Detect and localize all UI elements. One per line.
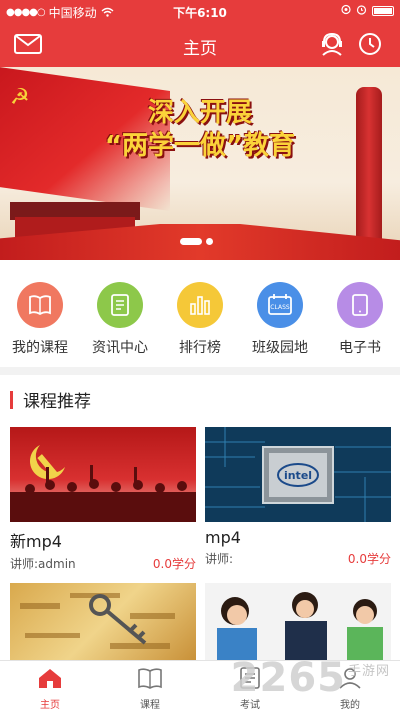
banner-line-1: 深入开展 xyxy=(147,98,252,128)
home-icon xyxy=(39,669,61,688)
svg-text:intel: intel xyxy=(284,469,312,482)
watermark-logo: 2265 手游网 xyxy=(231,655,390,701)
quicknav-label: 班级园地 xyxy=(252,340,308,356)
section-header: 课程推荐 xyxy=(10,387,91,412)
section-title: 课程推荐 xyxy=(23,392,91,412)
svg-text:CLASS: CLASS xyxy=(270,304,290,311)
course-card[interactable]: 新mp4 讲师:admin 0.0学分 xyxy=(10,427,196,572)
quicknav-label: 资讯中心 xyxy=(92,340,148,356)
calendar-icon: CLASS xyxy=(257,282,303,328)
course-card[interactable] xyxy=(10,583,196,665)
alarm-icon xyxy=(356,4,367,18)
course-name: mp4 xyxy=(205,528,241,547)
status-time: 下午6:10 xyxy=(173,6,227,20)
carousel-pager[interactable] xyxy=(180,238,213,245)
book-icon xyxy=(17,282,63,328)
document-icon xyxy=(97,282,143,328)
course-thumbnail: intel xyxy=(205,427,391,522)
status-bar: ●●●●○ 中国移动 下午6:10 xyxy=(0,0,400,22)
tab-home[interactable]: 主页 xyxy=(10,666,90,711)
quicknav-my-courses[interactable]: 我的课程 xyxy=(0,282,80,357)
quicknav-news-center[interactable]: 资讯中心 xyxy=(80,282,160,357)
quicknav-label: 电子书 xyxy=(339,340,381,356)
course-credit: 0.0学分 xyxy=(347,552,391,566)
hammer-sickle-icon: ☭ xyxy=(10,85,30,110)
tablet-icon xyxy=(337,282,383,328)
tab-courses[interactable]: 课程 xyxy=(110,666,190,711)
history-icon[interactable] xyxy=(356,32,384,56)
quicknav-class-garden[interactable]: CLASS 班级园地 xyxy=(240,282,320,357)
course-teacher: 讲师: xyxy=(205,552,234,566)
bar-chart-icon xyxy=(177,282,223,328)
location-icon xyxy=(341,4,351,18)
quicknav-ranking[interactable]: 排行榜 xyxy=(160,282,240,357)
course-card[interactable]: intel mp4 讲师: 0.0学分 xyxy=(205,427,391,567)
course-name: 新mp4 xyxy=(10,532,62,551)
quick-nav: 我的课程 资讯中心 排行榜 CLASS 班级园地 电子书 xyxy=(0,260,400,367)
banner-headline: 深入开展 “两学一做”教育 xyxy=(68,97,332,163)
course-thumbnail xyxy=(10,583,196,665)
pager-dot[interactable] xyxy=(206,238,213,245)
header-bar: 主页 xyxy=(0,22,400,67)
course-thumbnail xyxy=(205,583,391,665)
banner-carousel[interactable]: ☭ 深入开展 “两学一做”教育 xyxy=(0,67,400,260)
banner-line-2: “两学一做”教育 xyxy=(104,131,296,161)
pager-dot[interactable] xyxy=(180,238,202,245)
quicknav-label: 我的课程 xyxy=(12,340,68,356)
quicknav-ebook[interactable]: 电子书 xyxy=(320,282,400,357)
course-credit: 0.0学分 xyxy=(152,557,196,571)
quicknav-label: 排行榜 xyxy=(179,340,221,356)
customer-service-icon[interactable] xyxy=(318,32,346,56)
course-thumbnail xyxy=(10,427,196,522)
tab-label: 课程 xyxy=(140,700,160,711)
pillar-graphic xyxy=(356,87,382,257)
course-teacher: 讲师:admin xyxy=(10,557,76,571)
open-book-icon xyxy=(138,668,162,689)
battery-icon xyxy=(372,6,394,16)
course-recommendations: 课程推荐 新mp4 讲师:admin 0.0学分 intel mp4 讲师: 0… xyxy=(0,375,400,665)
watermark-brand: 2265 xyxy=(230,655,346,701)
tab-label: 主页 xyxy=(40,700,60,711)
course-card[interactable] xyxy=(205,583,391,665)
watermark-suffix: 手游网 xyxy=(347,664,390,679)
